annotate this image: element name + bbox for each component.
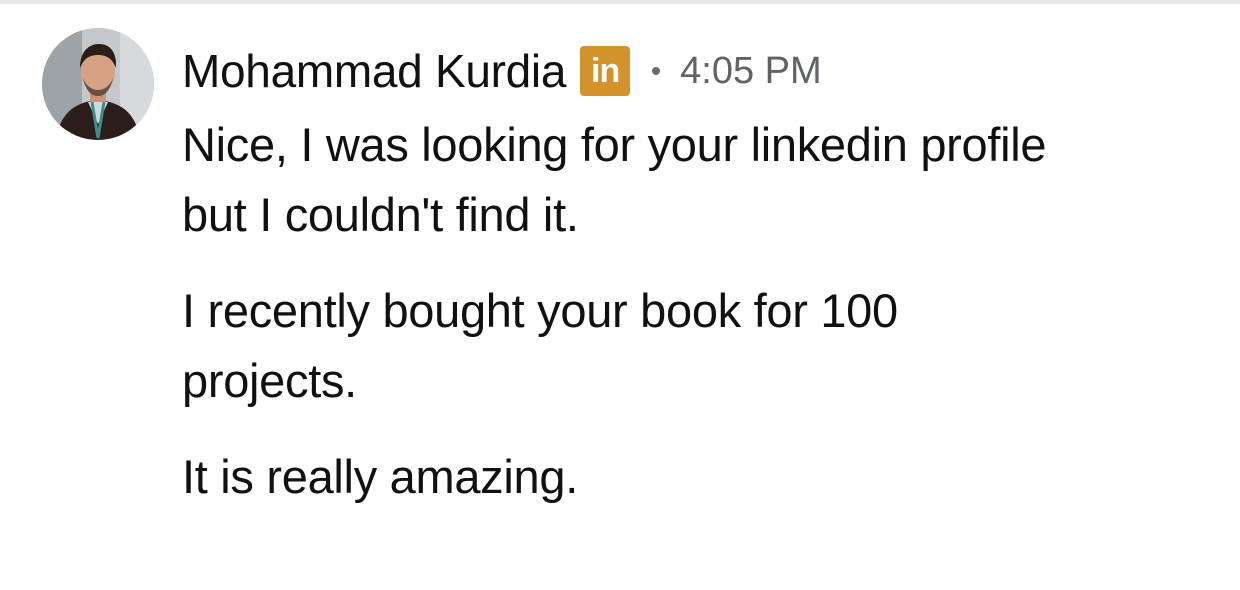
message-paragraph: Nice, I was looking for your linkedin pr… [182, 118, 1047, 241]
sender-name[interactable]: Mohammad Kurdia [182, 44, 566, 98]
message-header: Mohammad Kurdia in 4:05 PM [182, 36, 1212, 106]
avatar-photo [42, 28, 154, 140]
chat-message: Mohammad Kurdia in 4:05 PM Nice, I was l… [0, 0, 1240, 590]
linkedin-icon[interactable]: in [580, 46, 631, 96]
message-paragraph: It is really amazing. [182, 450, 578, 503]
message-content: Mohammad Kurdia in 4:05 PM Nice, I was l… [182, 36, 1212, 512]
message-timestamp: 4:05 PM [680, 49, 822, 92]
message-paragraph: I recently bought your book for 100 proj… [182, 284, 898, 407]
separator-dot [652, 67, 661, 75]
avatar[interactable] [42, 28, 154, 140]
